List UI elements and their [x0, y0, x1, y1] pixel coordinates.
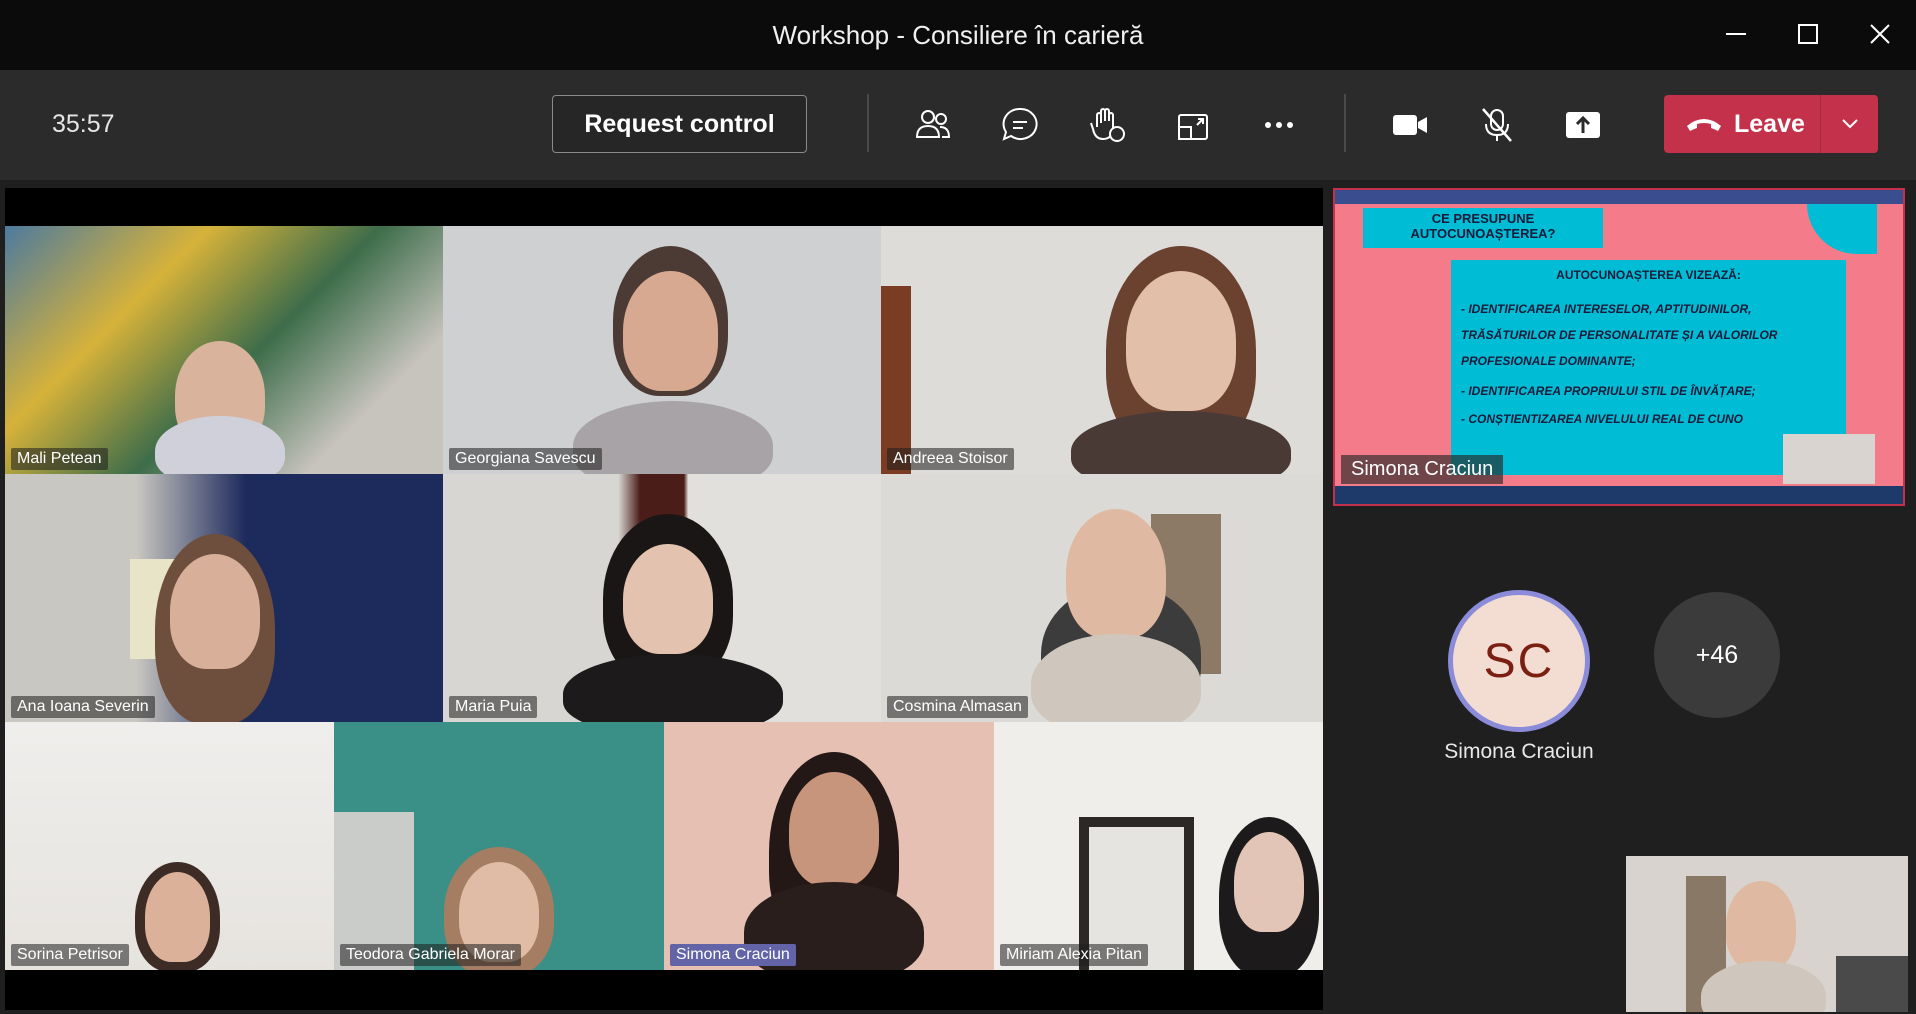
shared-window-titlebar — [1335, 190, 1903, 204]
participant-video — [1071, 411, 1291, 474]
mic-off-icon — [1482, 108, 1512, 142]
self-view-video[interactable] — [1626, 856, 1908, 1012]
slide-heading: CE PRESUPUNE AUTOCUNOAȘTEREA? — [1363, 208, 1603, 248]
participant-name: Miriam Alexia Pitan — [1000, 944, 1149, 966]
sofa — [1836, 956, 1908, 1012]
window-title: Workshop - Consiliere în carieră — [772, 20, 1144, 50]
avatar-name: Simona Craciun — [1444, 740, 1594, 763]
participant-name: Ana Ioana Severin — [11, 696, 155, 718]
mic-button[interactable] — [1472, 100, 1522, 150]
participant-name: Georgiana Savescu — [449, 448, 602, 470]
more-participants-button[interactable]: +46 — [1654, 592, 1780, 718]
chat-icon — [1002, 107, 1038, 141]
participant-video — [789, 772, 879, 887]
presenter-name: Simona Craciun — [1341, 455, 1504, 484]
slide-box-title: AUTOCUNOAȘTEREA VIZEAZĂ: — [1556, 268, 1741, 282]
video-tile[interactable]: Maria Puia — [443, 474, 881, 722]
slide-bullet: - CONȘTIENTIZAREA NIVELULUI REAL DE CUNO — [1461, 412, 1744, 426]
participant-video — [1126, 271, 1236, 411]
video-tile[interactable]: Miriam Alexia Pitan — [994, 722, 1323, 970]
chevron-down-icon[interactable] — [1840, 115, 1860, 133]
leave-label: Leave — [1734, 110, 1805, 138]
participant-video — [623, 271, 718, 391]
view-layout-icon — [1178, 114, 1208, 140]
participant-name: Cosmina Almasan — [887, 696, 1028, 718]
participant-video — [170, 554, 260, 669]
meeting-toolbar: 35:57 Request control Leave — [0, 70, 1916, 180]
video-grid: Mali Petean Georgiana Savescu Andreea St… — [5, 188, 1323, 1010]
participant-video — [1234, 832, 1304, 932]
reactions-button[interactable] — [1082, 100, 1132, 150]
door-frame — [881, 286, 911, 474]
participant-name: Teodora Gabriela Morar — [340, 944, 521, 966]
video-tile[interactable]: Ana Ioana Severin — [5, 474, 443, 722]
participant-video — [155, 416, 285, 474]
slide: CE PRESUPUNE AUTOCUNOAȘTEREA? AUTOCUNOAȘ… — [1363, 204, 1877, 484]
participant-video — [1726, 881, 1796, 971]
participant-video — [573, 401, 773, 474]
shared-screen[interactable]: CE PRESUPUNE AUTOCUNOAȘTEREA? AUTOCUNOAȘ… — [1333, 188, 1905, 506]
video-tile[interactable]: Georgiana Savescu — [443, 226, 881, 474]
share-screen-icon — [1566, 112, 1600, 138]
slide-decoration — [1807, 204, 1877, 254]
people-icon — [915, 110, 951, 138]
title-bar: Workshop - Consiliere în carieră — [0, 0, 1916, 70]
participant-name: Sorina Petrisor — [11, 944, 129, 966]
minimize-button[interactable] — [1708, 14, 1764, 54]
participant-video — [623, 544, 713, 654]
camera-icon — [1393, 115, 1427, 135]
video-tile[interactable]: Sorina Petrisor — [5, 722, 334, 970]
slide-bullet: - IDENTIFICAREA INTERESELOR, APTITUDINIL… — [1461, 302, 1778, 368]
video-tile[interactable]: Andreea Stoisor — [881, 226, 1323, 474]
raise-hand-icon — [1090, 108, 1125, 142]
request-control-button[interactable]: Request control — [552, 95, 807, 153]
camera-button[interactable] — [1385, 100, 1435, 150]
leave-divider — [1820, 95, 1821, 153]
slide-bullet: - IDENTIFICAREA PROPRIULUI STIL DE ÎNVĂȚ… — [1461, 384, 1756, 398]
video-tile[interactable]: Teodora Gabriela Morar — [334, 722, 664, 970]
share-content-button[interactable] — [1558, 100, 1608, 150]
participant-video — [145, 872, 210, 962]
participant-video — [563, 654, 783, 722]
participant-name: Mali Petean — [11, 448, 108, 470]
meeting-timer: 35:57 — [52, 110, 115, 138]
view-button[interactable] — [1168, 100, 1218, 150]
chat-button[interactable] — [995, 100, 1045, 150]
more-actions-button[interactable] — [1254, 100, 1304, 150]
video-tile[interactable]: Simona Craciun — [664, 722, 994, 970]
maximize-button[interactable] — [1780, 14, 1836, 54]
video-tile[interactable]: Mali Petean — [5, 226, 443, 474]
participant-name: Andreea Stoisor — [887, 448, 1014, 470]
close-button[interactable] — [1852, 14, 1908, 54]
close-icon — [1870, 24, 1890, 44]
presenter-thumbnail — [1783, 434, 1875, 484]
minimize-icon — [1726, 33, 1746, 35]
participant-name: Simona Craciun — [670, 944, 796, 966]
hang-up-icon — [1687, 119, 1721, 131]
maximize-icon — [1798, 24, 1818, 44]
video-tile[interactable]: Cosmina Almasan — [881, 474, 1323, 722]
participant-video — [1066, 509, 1166, 639]
shared-taskbar — [1335, 486, 1903, 504]
people-button[interactable] — [908, 100, 958, 150]
more-icon — [1265, 122, 1293, 128]
leave-button[interactable]: Leave — [1664, 95, 1878, 153]
participant-name: Maria Puia — [449, 696, 538, 718]
toolbar-divider — [867, 94, 869, 152]
toolbar-divider — [1344, 94, 1346, 152]
avatar[interactable]: SC — [1448, 590, 1590, 732]
